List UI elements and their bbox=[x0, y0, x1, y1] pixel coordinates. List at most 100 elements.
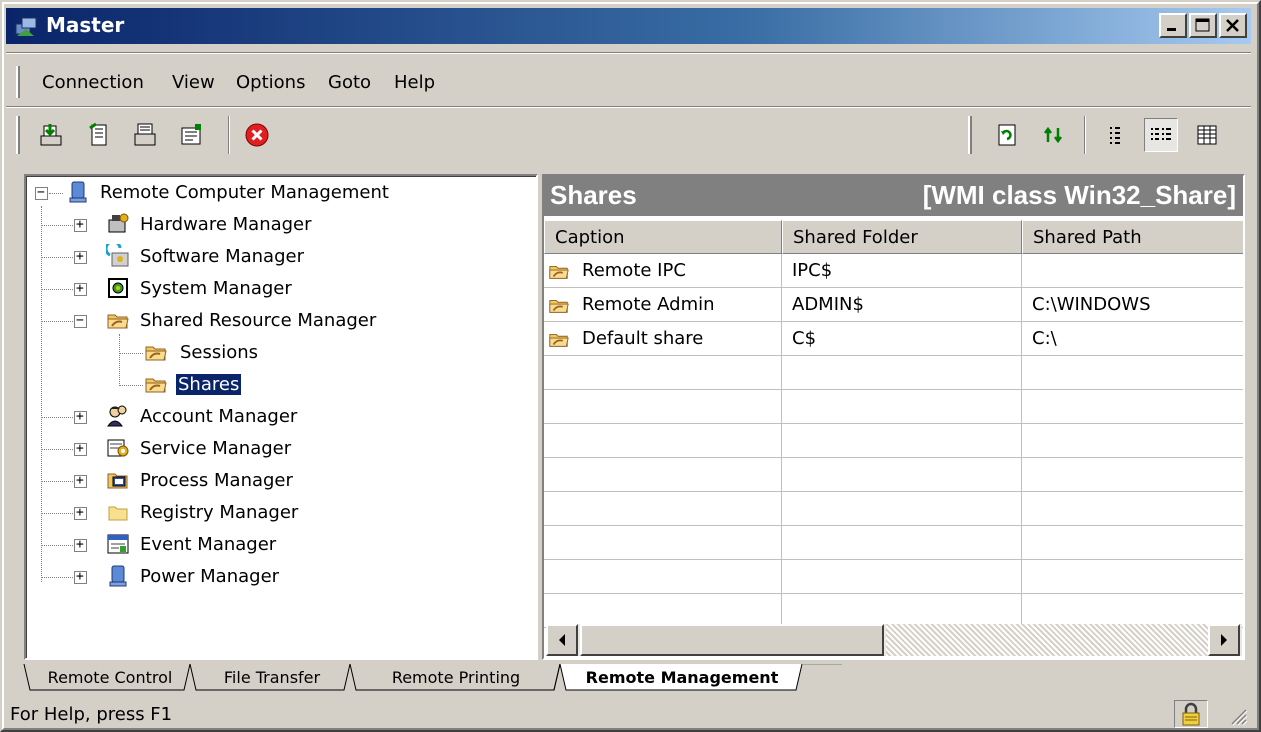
collapse-toggle[interactable]: − bbox=[74, 313, 87, 328]
resize-grip-icon[interactable] bbox=[1226, 704, 1248, 726]
stop-icon bbox=[245, 123, 269, 147]
minimize-button[interactable] bbox=[1159, 13, 1187, 38]
toolbar-grip-right[interactable] bbox=[968, 116, 972, 154]
cell-text: ADMIN$ bbox=[792, 294, 864, 315]
tree-item-hardware-manager[interactable]: + Hardware Manager bbox=[26, 210, 526, 240]
menubar-grip[interactable] bbox=[16, 66, 20, 98]
scroll-thumb[interactable] bbox=[580, 624, 884, 656]
shared-folder-icon bbox=[548, 294, 570, 321]
cell-text: Default share bbox=[582, 328, 704, 349]
maximize-button[interactable] bbox=[1189, 13, 1217, 38]
connect-button[interactable] bbox=[34, 118, 68, 152]
details-view-button[interactable] bbox=[1190, 118, 1224, 152]
table-cell: C:\ bbox=[1022, 322, 1243, 356]
properties-button[interactable] bbox=[128, 118, 162, 152]
power-icon bbox=[109, 565, 127, 587]
status-lock-panel bbox=[1174, 700, 1208, 728]
pane-title: Shares bbox=[550, 180, 637, 210]
swap-icon bbox=[1044, 126, 1062, 144]
expand-toggle[interactable]: + bbox=[74, 217, 87, 232]
details-icon bbox=[1197, 125, 1217, 145]
menu-view[interactable]: View bbox=[172, 72, 215, 93]
tree-item-process-manager[interactable]: + Process Manager bbox=[26, 466, 526, 496]
close-button[interactable] bbox=[1219, 13, 1247, 38]
tree-item-account-manager[interactable]: + Account Manager bbox=[26, 402, 526, 432]
menu-connection[interactable]: Connection bbox=[42, 72, 144, 93]
small-icons-button[interactable] bbox=[1098, 118, 1132, 152]
small-icons-icon bbox=[1110, 127, 1120, 144]
expand-toggle[interactable]: + bbox=[74, 281, 87, 296]
tree-item-shares[interactable]: Shares bbox=[26, 370, 526, 400]
tab-file-transfer[interactable]: File Transfer bbox=[196, 664, 348, 692]
tree-item-label-selected: Shares bbox=[174, 373, 243, 396]
network-button[interactable] bbox=[174, 118, 208, 152]
tree-item-system-manager[interactable]: + System Manager bbox=[26, 274, 526, 304]
tab-remote-management[interactable]: Remote Management bbox=[570, 664, 794, 692]
tree-item-service-manager[interactable]: + Service Manager bbox=[26, 434, 526, 464]
tree-item-registry-manager[interactable]: + Registry Manager bbox=[26, 498, 526, 528]
scroll-track[interactable] bbox=[886, 624, 1208, 656]
scroll-right-button[interactable] bbox=[1208, 624, 1240, 656]
column-header-shared-path[interactable]: Shared Path bbox=[1022, 220, 1243, 254]
expand-toggle[interactable]: + bbox=[74, 537, 87, 552]
expand-toggle[interactable]: + bbox=[74, 505, 87, 520]
tree-line bbox=[119, 353, 143, 354]
tree-pane[interactable]: − Remote Computer Management + Hardware … bbox=[24, 174, 538, 660]
stop-button[interactable] bbox=[240, 118, 274, 152]
disconnect-icon bbox=[89, 122, 107, 146]
tree-root[interactable]: − Remote Computer Management bbox=[26, 178, 526, 208]
shared-folder-icon bbox=[107, 314, 129, 329]
table-cell bbox=[544, 526, 782, 560]
expand-toggle[interactable]: + bbox=[74, 441, 87, 456]
users-icon bbox=[107, 405, 127, 427]
list-view-button[interactable] bbox=[1144, 118, 1178, 152]
horizontal-scrollbar[interactable] bbox=[546, 624, 1242, 656]
process-icon bbox=[107, 473, 128, 489]
expand-toggle[interactable]: + bbox=[74, 473, 87, 488]
table-cell bbox=[782, 356, 1022, 390]
tree-root-label: Remote Computer Management bbox=[100, 182, 389, 203]
table-cell: IPC$ bbox=[782, 254, 1022, 288]
network-icon bbox=[181, 124, 201, 145]
table-cell bbox=[1022, 424, 1243, 458]
tab-strip: Remote Control File Transfer Remote Prin… bbox=[22, 664, 1251, 694]
tree-item-power-manager[interactable]: + Power Manager bbox=[26, 562, 526, 592]
scroll-left-button[interactable] bbox=[546, 624, 578, 656]
menubar-separator bbox=[6, 52, 1251, 54]
menu-goto[interactable]: Goto bbox=[328, 72, 371, 93]
toolbar-grip[interactable] bbox=[16, 116, 20, 154]
swap-button[interactable] bbox=[1036, 118, 1070, 152]
shared-folder-icon bbox=[145, 346, 167, 361]
expand-toggle[interactable]: + bbox=[74, 569, 87, 584]
status-bar: For Help, press F1 bbox=[6, 700, 1251, 730]
tree-item-label: Sessions bbox=[180, 342, 259, 363]
tree-item-sessions[interactable]: Sessions bbox=[26, 338, 526, 368]
menu-options[interactable]: Options bbox=[236, 72, 305, 93]
tree-item-label: Account Manager bbox=[140, 406, 298, 427]
title-bar[interactable]: Master bbox=[6, 8, 1251, 44]
cell-text: C:\ bbox=[1032, 328, 1057, 349]
table-cell bbox=[782, 458, 1022, 492]
table-cell: C:\WINDOWS bbox=[1022, 288, 1243, 322]
tab-remote-printing[interactable]: Remote Printing bbox=[358, 664, 554, 692]
table-cell: Remote Admin bbox=[544, 288, 782, 322]
tree-item-shared-resource-manager[interactable]: − Shared Resource Manager bbox=[26, 306, 526, 336]
disconnect-button[interactable] bbox=[82, 118, 116, 152]
collapse-toggle[interactable]: − bbox=[35, 185, 48, 200]
menu-help[interactable]: Help bbox=[394, 72, 435, 93]
tree-item-event-manager[interactable]: + Event Manager bbox=[26, 530, 526, 560]
toolbar-divider-right bbox=[1084, 116, 1086, 154]
tree-item-label: Service Manager bbox=[140, 438, 292, 459]
tree-item-label: Shared Resource Manager bbox=[140, 310, 377, 331]
table-cell bbox=[544, 492, 782, 526]
column-header-shared-folder[interactable]: Shared Folder bbox=[782, 220, 1022, 254]
expand-toggle[interactable]: + bbox=[74, 409, 87, 424]
expand-toggle[interactable]: + bbox=[74, 249, 87, 264]
column-header-caption[interactable]: Caption bbox=[544, 220, 782, 254]
details-pane: Shares [WMI class Win32_Share] Caption S… bbox=[542, 174, 1245, 660]
shared-folder-icon bbox=[548, 260, 570, 287]
table-cell bbox=[1022, 254, 1243, 288]
tree-item-software-manager[interactable]: + Software Manager bbox=[26, 242, 526, 272]
tab-remote-control[interactable]: Remote Control bbox=[32, 664, 188, 692]
refresh-button[interactable] bbox=[990, 118, 1024, 152]
